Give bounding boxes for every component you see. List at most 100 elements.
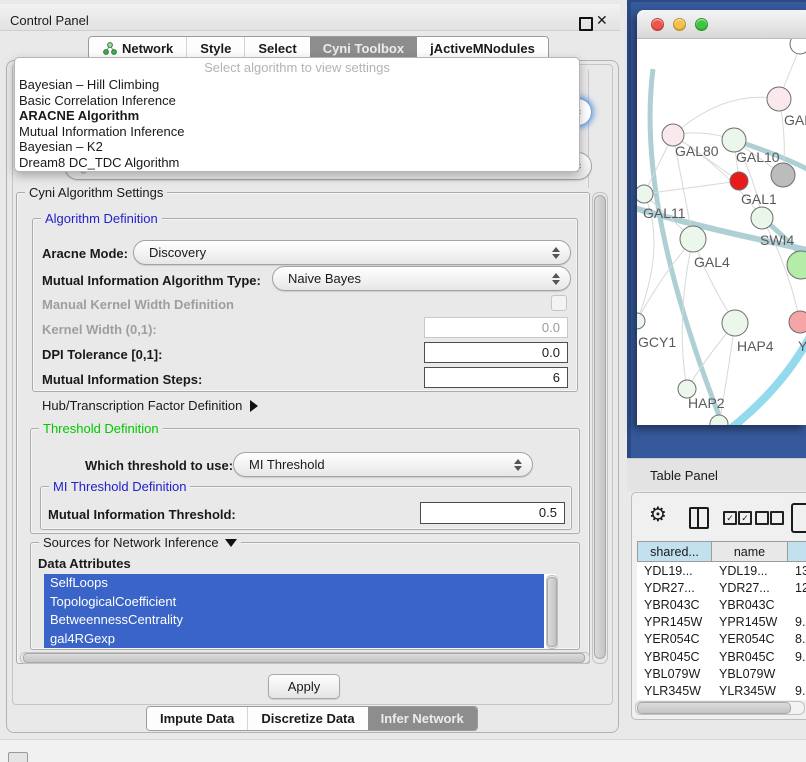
hub-definition-toggle[interactable]: Hub/Transcription Factor Definition	[42, 398, 258, 413]
tab-label: Impute Data	[160, 711, 234, 726]
algorithm-option[interactable]: Basic Correlation Inference	[15, 93, 579, 109]
network-node[interactable]	[767, 87, 791, 111]
data-attributes-list[interactable]: SelfLoopsTopologicalCoefficientBetweenne…	[44, 574, 556, 648]
attribute-item[interactable]: gal4RGexp	[44, 630, 544, 649]
close-traffic-light[interactable]	[651, 18, 664, 31]
table-row[interactable]: YBL079WYBL079W	[637, 665, 806, 682]
table-row[interactable]: YBR043CYBR043C	[637, 596, 806, 613]
column-header-partial[interactable]: A	[788, 541, 806, 562]
node-label: GAL10	[736, 149, 780, 165]
table-row[interactable]: YLR345WYLR345W9.	[637, 682, 806, 699]
table-row[interactable]: YBR045CYBR045C9.	[637, 648, 806, 665]
table-cell: YBL079W	[637, 667, 712, 681]
attribute-item[interactable]: BetweennessCentrality	[44, 611, 544, 630]
algorithm-option[interactable]: Bayesian – Hill Climbing	[15, 77, 579, 93]
table-cell: YER054C	[637, 632, 712, 646]
algorithm-options: Bayesian – Hill ClimbingBasic Correlatio…	[15, 77, 579, 171]
which-threshold-combobox[interactable]: MI Threshold	[233, 452, 533, 477]
attribute-item[interactable]: SelfLoops	[44, 574, 544, 593]
table-row[interactable]: YDL19...YDL19...13	[637, 562, 806, 579]
corner-widget[interactable]	[8, 752, 28, 762]
combo-value: MI Threshold	[249, 457, 325, 472]
group-title: Cyni Algorithm Settings	[25, 185, 167, 200]
collapse-down-icon[interactable]	[225, 539, 237, 547]
algorithm-option[interactable]: Mutual Information Inference	[15, 124, 579, 140]
network-node[interactable]	[789, 311, 806, 333]
network-node[interactable]	[637, 185, 653, 203]
mi-type-combobox[interactable]: Naive Bayes	[272, 266, 571, 291]
combo-spinner-icon	[514, 459, 522, 471]
mi-steps-label: Mutual Information Steps:	[42, 372, 202, 387]
network-edge[interactable]	[673, 97, 779, 135]
attribute-item[interactable]: TopologicalCoefficient	[44, 593, 544, 612]
table-cell: YDL19...	[637, 564, 712, 578]
settings-scrollbar[interactable]	[592, 192, 608, 664]
settings-hscrollbar[interactable]	[20, 652, 590, 664]
node-label: GAL4	[694, 254, 730, 270]
column-header-shared-name[interactable]: shared...	[637, 541, 712, 562]
network-node[interactable]	[710, 415, 728, 425]
network-edge[interactable]	[644, 181, 739, 194]
mi-threshold-field[interactable]: 0.5	[420, 502, 565, 524]
network-node[interactable]	[722, 310, 748, 336]
unchecked-checkbox-icon[interactable]	[770, 511, 784, 525]
kernel-width-label: Kernel Width (0,1):	[42, 322, 157, 337]
dropdown-placeholder: Select algorithm to view settings	[15, 58, 579, 77]
node-label: GAL11	[643, 205, 686, 221]
tab-impute-data[interactable]: Impute Data	[147, 707, 248, 730]
network-node[interactable]	[790, 39, 806, 54]
column-header-name[interactable]: name	[712, 541, 788, 562]
columns-icon[interactable]	[689, 507, 709, 529]
which-threshold-label: Which threshold to use:	[85, 458, 233, 473]
close-icon[interactable]: ✕	[596, 12, 608, 29]
table-cell: YBL079W	[712, 667, 788, 681]
network-node[interactable]	[787, 251, 806, 279]
checked-checkbox-icon[interactable]: ✓	[738, 511, 752, 525]
network-node[interactable]	[730, 172, 748, 190]
network-node[interactable]	[680, 226, 706, 252]
attributes-scrollbar[interactable]	[546, 575, 558, 649]
table-hscrollbar[interactable]	[635, 701, 805, 715]
algorithm-option[interactable]: Dream8 DC_TDC Algorithm	[15, 155, 579, 171]
algorithm-dropdown: Select algorithm to view settings Bayesi…	[14, 57, 580, 172]
unchecked-checkbox-icon[interactable]	[755, 511, 769, 525]
algorithm-option[interactable]: ARACNE Algorithm	[15, 108, 579, 124]
scrollbar-thumb[interactable]	[637, 702, 791, 714]
tab-infer-network[interactable]: Infer Network	[368, 707, 477, 730]
zoom-traffic-light[interactable]	[695, 18, 708, 31]
table-row[interactable]: YPR145WYPR145W9.	[637, 614, 806, 631]
gear-icon[interactable]: ⚙	[649, 505, 667, 525]
network-window-titlebar[interactable]	[637, 10, 806, 39]
table-row[interactable]: YER054CYER054C8.	[637, 631, 806, 648]
manual-kernel-checkbox[interactable]	[551, 295, 567, 311]
apply-button[interactable]: Apply	[268, 674, 340, 699]
minimize-traffic-light[interactable]	[673, 18, 686, 31]
table-panel-title: Table Panel	[650, 468, 718, 483]
network-node[interactable]	[771, 163, 795, 187]
scrollbar-thumb[interactable]	[23, 653, 585, 663]
document-icon[interactable]	[791, 503, 806, 533]
aracne-mode-combobox[interactable]: Discovery	[133, 240, 571, 265]
table-row[interactable]: YIL052CYIL052C9	[637, 700, 806, 701]
tab-label: Discretize Data	[261, 711, 354, 726]
tab-label: Select	[258, 41, 296, 56]
scrollbar-thumb[interactable]	[594, 195, 606, 659]
network-window[interactable]: GALGAL80GAL10GAL1GAL11SWI4GAL4GCY1HAP4YH…	[637, 10, 806, 425]
float-window-icon[interactable]	[579, 17, 593, 31]
scrollbar-thumb[interactable]	[547, 577, 557, 647]
dpi-tolerance-field[interactable]: 0.0	[424, 342, 568, 363]
node-label: GAL1	[741, 191, 777, 207]
node-label: Y	[798, 338, 806, 354]
expand-right-icon	[250, 400, 258, 412]
network-node[interactable]	[751, 207, 773, 229]
kernel-width-field[interactable]: 0.0	[424, 317, 568, 338]
mi-steps-field[interactable]: 6	[424, 367, 568, 388]
table-cell: YDL19...	[712, 564, 788, 578]
tab-discretize-data[interactable]: Discretize Data	[248, 707, 367, 730]
table-row[interactable]: YDR27...YDR27...12	[637, 579, 806, 596]
network-edge[interactable]	[693, 239, 735, 323]
algorithm-option[interactable]: Bayesian – K2	[15, 139, 579, 155]
network-canvas[interactable]: GALGAL80GAL10GAL1GAL11SWI4GAL4GCY1HAP4YH…	[637, 39, 806, 425]
checked-checkbox-icon[interactable]: ✓	[723, 511, 737, 525]
network-node[interactable]	[637, 313, 645, 329]
